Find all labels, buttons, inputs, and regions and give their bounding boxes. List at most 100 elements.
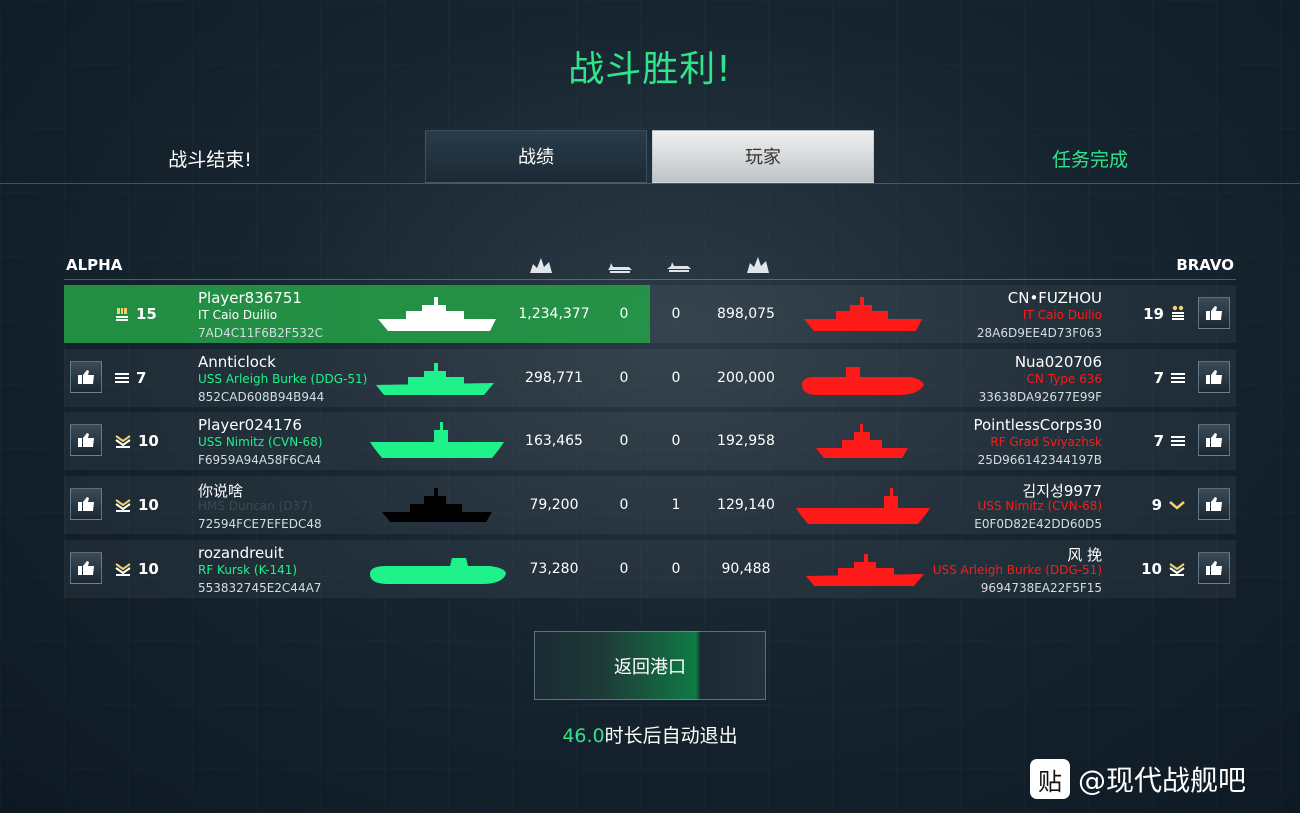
enemy-ship-silhouette-icon bbox=[806, 554, 924, 586]
right-rank: 7 bbox=[1154, 431, 1186, 451]
thumbs-up-icon bbox=[1206, 497, 1222, 511]
return-to-port-button[interactable]: 返回港口 bbox=[534, 631, 766, 700]
damage-dealt-icon bbox=[530, 258, 552, 273]
tab-stats[interactable]: 战绩 bbox=[425, 130, 647, 183]
left-rank: 10 bbox=[114, 559, 159, 579]
like-button[interactable] bbox=[1198, 424, 1230, 456]
right-player-name: Nua020706 bbox=[1014, 353, 1102, 371]
ship-silhouette-icon bbox=[370, 558, 506, 584]
left-rank: 7 bbox=[114, 368, 146, 388]
ship-kill-value: 1 bbox=[671, 497, 681, 513]
right-rank-value: 19 bbox=[1143, 305, 1164, 323]
right-player-id: 33638DA92677E99F bbox=[978, 390, 1102, 404]
left-player-name: rozandreuit bbox=[198, 544, 284, 562]
table-row: 7 Annticlock USS Arleigh Burke (DDG-51) … bbox=[64, 349, 1236, 407]
left-player-name: Player024176 bbox=[198, 416, 302, 434]
right-ship-name: IT Caio Duilio bbox=[1022, 308, 1102, 322]
right-player-name: 김지성9977 bbox=[1022, 482, 1102, 500]
damage-received-value: 90,488 bbox=[721, 561, 771, 577]
top-divider bbox=[0, 183, 1300, 184]
like-button[interactable] bbox=[70, 361, 102, 393]
ship-kill-value: 0 bbox=[671, 561, 681, 577]
bars-icon bbox=[1171, 436, 1185, 446]
left-rank-value: 10 bbox=[138, 432, 159, 450]
left-ship-name: RF Kursk (K-141) bbox=[198, 563, 298, 577]
like-button[interactable] bbox=[70, 424, 102, 456]
like-button[interactable] bbox=[70, 552, 102, 584]
right-rank: 19 bbox=[1143, 304, 1186, 324]
thumbs-up-icon bbox=[78, 370, 94, 384]
table-row: 10 Player024176 USS Nimitz (CVN-68) F695… bbox=[64, 412, 1236, 470]
watermark-text: @现代战舰吧 bbox=[1078, 764, 1247, 797]
right-rank: 10 bbox=[1141, 559, 1186, 579]
like-button[interactable] bbox=[70, 488, 102, 520]
thumbs-up-icon bbox=[1206, 561, 1222, 575]
ship-kill-value: 0 bbox=[671, 370, 681, 386]
left-player-id: 852CAD608B94B944 bbox=[198, 390, 325, 404]
damage-dealt-value: 1,234,377 bbox=[518, 306, 590, 322]
bars-icon bbox=[1171, 373, 1185, 383]
ship-kill-value: 0 bbox=[671, 306, 681, 322]
left-player-id: 553832745E2C44A7 bbox=[198, 581, 322, 595]
damage-received-icon bbox=[747, 257, 769, 273]
chevron-stack-icon bbox=[115, 499, 131, 512]
like-button[interactable] bbox=[1198, 297, 1230, 329]
damage-received-value: 192,958 bbox=[717, 433, 775, 449]
right-player-id: 28A6D9EE4D73F063 bbox=[976, 326, 1102, 340]
right-rank-value: 7 bbox=[1153, 369, 1164, 387]
right-ship-name: CN Type 636 bbox=[1026, 372, 1102, 386]
left-player-name: Annticlock bbox=[198, 353, 276, 371]
damage-received-value: 898,075 bbox=[717, 306, 775, 322]
table-row: 10 rozandreuit RF Kursk (K-141) 55383274… bbox=[64, 540, 1236, 598]
ship-silhouette-icon bbox=[376, 363, 494, 395]
torpedo-value: 0 bbox=[619, 497, 629, 513]
thumbs-up-icon bbox=[78, 433, 94, 447]
like-button[interactable] bbox=[1198, 488, 1230, 520]
damage-received-value: 200,000 bbox=[717, 370, 775, 386]
torpedo-icon bbox=[608, 263, 632, 273]
right-player-name: 风 挽 bbox=[1067, 546, 1102, 564]
left-rank: 10 bbox=[114, 495, 159, 515]
right-rank-value: 9 bbox=[1151, 496, 1162, 514]
right-rank: 7 bbox=[1154, 368, 1186, 388]
left-rank-value: 7 bbox=[136, 369, 147, 387]
enemy-ship-silhouette-icon bbox=[816, 424, 908, 458]
thumbs-up-icon bbox=[78, 497, 94, 511]
torpedo-value: 0 bbox=[619, 370, 629, 386]
damage-dealt-value: 163,465 bbox=[525, 433, 583, 449]
chevron-stack-icon bbox=[1169, 563, 1185, 576]
left-player-id: 7AD4C11F6B2F532C bbox=[198, 326, 323, 340]
damage-dealt-value: 79,200 bbox=[529, 497, 579, 513]
header-divider bbox=[64, 279, 1236, 280]
team-alpha-label: ALPHA bbox=[66, 256, 123, 274]
thumbs-up-icon bbox=[1206, 433, 1222, 447]
chevron-stack-icon bbox=[115, 563, 131, 576]
enemy-ship-silhouette-icon bbox=[802, 367, 924, 395]
like-button[interactable] bbox=[1198, 361, 1230, 393]
left-rank-value: 10 bbox=[138, 560, 159, 578]
enemy-ship-silhouette-icon bbox=[796, 488, 930, 524]
torpedo-value: 0 bbox=[619, 433, 629, 449]
thumbs-up-icon bbox=[1206, 370, 1222, 384]
countdown-seconds: 46.0 bbox=[562, 725, 605, 747]
enemy-ship-silhouette-icon bbox=[804, 297, 922, 331]
chevron-stack-icon bbox=[115, 435, 131, 448]
left-rank: 15 bbox=[114, 304, 157, 324]
thumbs-up-icon bbox=[1206, 306, 1222, 320]
right-player-id: E0F0D82E42DD60D5 bbox=[974, 517, 1102, 531]
tieba-logo-icon: 贴 bbox=[1030, 759, 1070, 799]
like-button[interactable] bbox=[1198, 552, 1230, 584]
mission-complete-label: 任务完成 bbox=[1051, 149, 1128, 171]
left-player-id: 72594FCE7EFEDC48 bbox=[198, 517, 322, 531]
right-rank: 9 bbox=[1152, 495, 1186, 515]
left-ship-name: USS Nimitz (CVN-68) bbox=[198, 435, 323, 449]
left-player-name: 你说啥 bbox=[198, 482, 244, 500]
left-player-id: F6959A94A58F6CA4 bbox=[198, 453, 322, 467]
ship-silhouette-icon bbox=[378, 297, 496, 331]
ship-kill-icon bbox=[667, 262, 691, 272]
tab-players[interactable]: 玩家 bbox=[652, 130, 874, 183]
ship-silhouette-icon bbox=[382, 488, 492, 522]
table-row: 10 你说啥 HMS Duncan (D37) 72594FCE7EFEDC48… bbox=[64, 476, 1236, 534]
torpedo-value: 0 bbox=[619, 306, 629, 322]
auto-exit-countdown: 46.0时长后自动退出 bbox=[0, 721, 1300, 748]
